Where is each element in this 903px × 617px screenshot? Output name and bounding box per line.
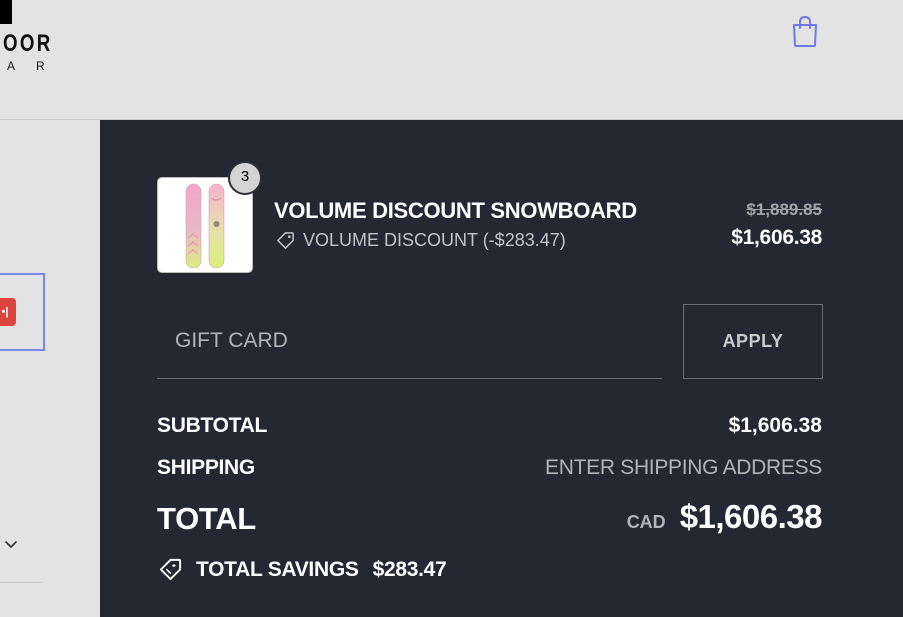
total-savings: TOTAL SAVINGS $283.47 — [158, 557, 447, 582]
shipping-label: SHIPPING — [157, 456, 255, 479]
divider — [0, 582, 42, 583]
savings-tag-icon — [159, 558, 182, 581]
store-header: OOR AR — [0, 0, 903, 120]
discount-allocation: VOLUME DISCOUNT (-$283.47) — [276, 230, 566, 251]
discount-label: VOLUME DISCOUNT (-$283.47) — [303, 230, 566, 250]
subtotal-label: SUBTOTAL — [157, 414, 267, 437]
checkout-form-panel: •| — [0, 120, 100, 617]
chevron-down-icon[interactable] — [3, 538, 19, 552]
total-value: CAD $1,606.38 — [626, 498, 823, 536]
tag-icon — [277, 232, 294, 249]
savings-amount: $283.47 — [372, 557, 447, 581]
logo-text[interactable]: OOR — [3, 30, 53, 58]
currency-code: CAD — [626, 512, 666, 532]
total-label: TOTAL — [157, 501, 256, 536]
total-amount: $1,606.38 — [679, 498, 823, 535]
logo-subtext: AR — [7, 59, 66, 73]
apply-button[interactable]: APPLY — [683, 304, 823, 379]
quantity-badge: 3 — [228, 161, 262, 195]
gift-card-input[interactable] — [157, 304, 662, 379]
subtotal-value: $1,606.38 — [728, 414, 822, 437]
original-price: $1,889.85 — [746, 200, 822, 219]
final-price: $1,606.38 — [731, 226, 822, 249]
order-summary: 3 VOLUME DISCOUNT SNOWBOARD VOLUME DISCO… — [100, 120, 903, 617]
shopping-bag-icon[interactable] — [791, 15, 819, 48]
logo-mark — [0, 0, 12, 24]
savings-label: TOTAL SAVINGS — [196, 557, 359, 581]
shipping-value: ENTER SHIPPING ADDRESS — [545, 456, 822, 479]
payment-method-logo: •| — [0, 298, 16, 326]
product-title: VOLUME DISCOUNT SNOWBOARD — [274, 198, 637, 223]
